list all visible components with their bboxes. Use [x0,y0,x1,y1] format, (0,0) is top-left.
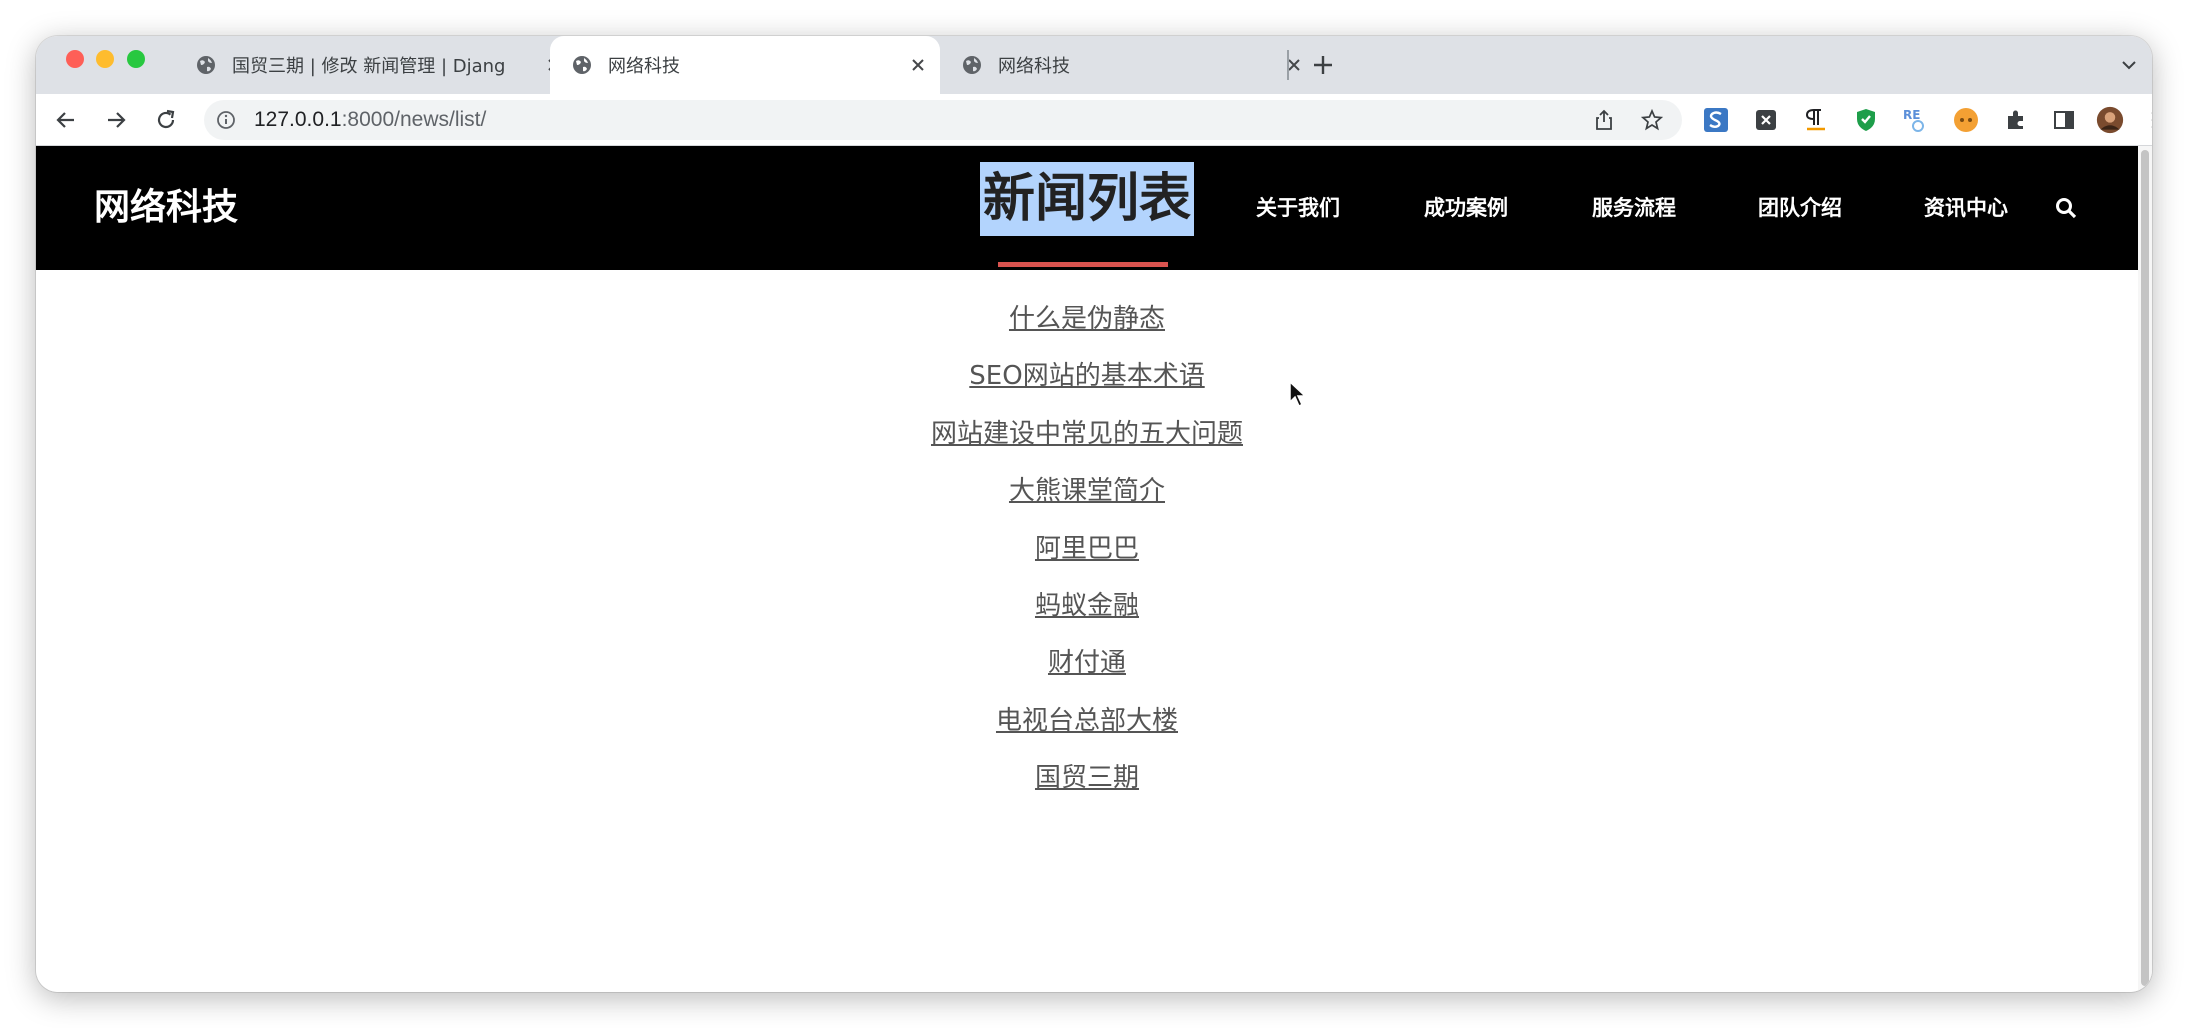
kebab-menu-icon[interactable] [2140,106,2152,134]
tab-title: 网络科技 [998,56,1070,77]
globe-icon [572,55,592,75]
news-link[interactable]: 财付通 [1048,648,1126,678]
share-icon[interactable] [1592,108,1616,132]
re-extension-icon[interactable]: RE [1902,106,1930,134]
nav-item-news[interactable]: 资讯中心 [1924,146,2008,270]
mouse-pointer-icon [1288,380,1308,408]
puzzle-icon[interactable] [2002,106,2030,134]
svg-text:RE: RE [1903,108,1920,122]
profile-avatar[interactable] [2096,106,2124,134]
nav-item-about[interactable]: 关于我们 [1256,146,1340,270]
news-link[interactable]: 蚂蚁金融 [1035,591,1139,621]
globe-icon [196,55,216,75]
list-item: 电视台总部大楼 [36,700,2138,757]
minimize-window-button[interactable] [96,50,114,68]
list-item: SEO网站的基本术语 [36,355,2138,412]
tab-strip: 国贸三期 | 修改 新闻管理 | Djang 网络科技 网络科技 [36,36,2152,94]
paragraph-extension-icon[interactable] [1802,106,1830,134]
close-window-button[interactable] [66,50,84,68]
bookmark-star-icon[interactable] [1640,108,1664,132]
news-list: 什么是伪静态 SEO网站的基本术语 网站建设中常见的五大问题 大熊课堂简介 阿里… [36,298,2138,815]
news-link[interactable]: 大熊课堂简介 [1009,476,1165,506]
close-tab-icon[interactable] [906,53,930,77]
news-link[interactable]: 国贸三期 [1035,763,1139,793]
news-link[interactable]: 什么是伪静态 [1009,304,1165,334]
page-scrollbar[interactable] [2138,146,2152,992]
maximize-window-button[interactable] [127,50,145,68]
list-item: 什么是伪静态 [36,298,2138,355]
news-link[interactable]: 阿里巴巴 [1035,534,1139,564]
nav-item-team[interactable]: 团队介绍 [1758,146,1842,270]
list-item: 大熊课堂简介 [36,470,2138,527]
address-bar[interactable]: 127.0.0.1:8000/news/list/ [204,100,1682,140]
site-info-icon[interactable] [216,110,236,130]
tab-separator [1287,50,1289,80]
scrollbar-thumb[interactable] [2141,150,2149,986]
browser-window: 国贸三期 | 修改 新闻管理 | Djang 网络科技 网络科技 127.0.0… [36,36,2152,992]
reload-button[interactable] [152,106,180,134]
tab-title: 网络科技 [608,56,680,77]
list-item: 财付通 [36,642,2138,699]
forward-button[interactable] [102,106,130,134]
list-item: 网站建设中常见的五大问题 [36,413,2138,470]
web-page: 网络科技 首页 关于我们 成功案例 服务流程 团队介绍 资讯中心 新闻列表 什么… [36,146,2152,992]
list-item: 蚂蚁金融 [36,585,2138,642]
list-item: 阿里巴巴 [36,528,2138,585]
close-tab-icon[interactable] [1282,53,1306,77]
tab-title: 国贸三期 | 修改 新闻管理 | Djang [232,56,506,77]
tab-1[interactable]: 国贸三期 | 修改 新闻管理 | Djang [174,36,576,94]
back-button[interactable] [52,106,80,134]
search-icon[interactable] [2054,196,2078,220]
browser-toolbar: 127.0.0.1:8000/news/list/ RE [36,94,2152,146]
shield-extension-icon[interactable] [1852,106,1880,134]
new-tab-button[interactable] [1308,50,1338,80]
list-item: 国贸三期 [36,757,2138,814]
s-extension-icon[interactable] [1702,106,1730,134]
news-link[interactable]: 网站建设中常见的五大问题 [931,419,1243,449]
orange-extension-icon[interactable] [1952,106,1980,134]
tab-search-chevron-icon[interactable] [2116,52,2142,78]
globe-icon [962,55,982,75]
title-underline [998,262,1168,267]
sidebar-icon[interactable] [2050,106,2078,134]
news-link[interactable]: SEO网站的基本术语 [969,361,1204,391]
tab-2[interactable]: 网络科技 [550,36,940,94]
page-title: 新闻列表 [980,162,1194,236]
nav-item-cases[interactable]: 成功案例 [1424,146,1508,270]
news-link[interactable]: 电视台总部大楼 [996,706,1178,736]
site-logo[interactable]: 网络科技 [94,146,238,270]
url-text[interactable]: 127.0.0.1:8000/news/list/ [254,100,486,140]
tab-3[interactable]: 网络科技 [940,36,1316,94]
nav-item-process[interactable]: 服务流程 [1592,146,1676,270]
x-extension-icon[interactable] [1752,106,1780,134]
